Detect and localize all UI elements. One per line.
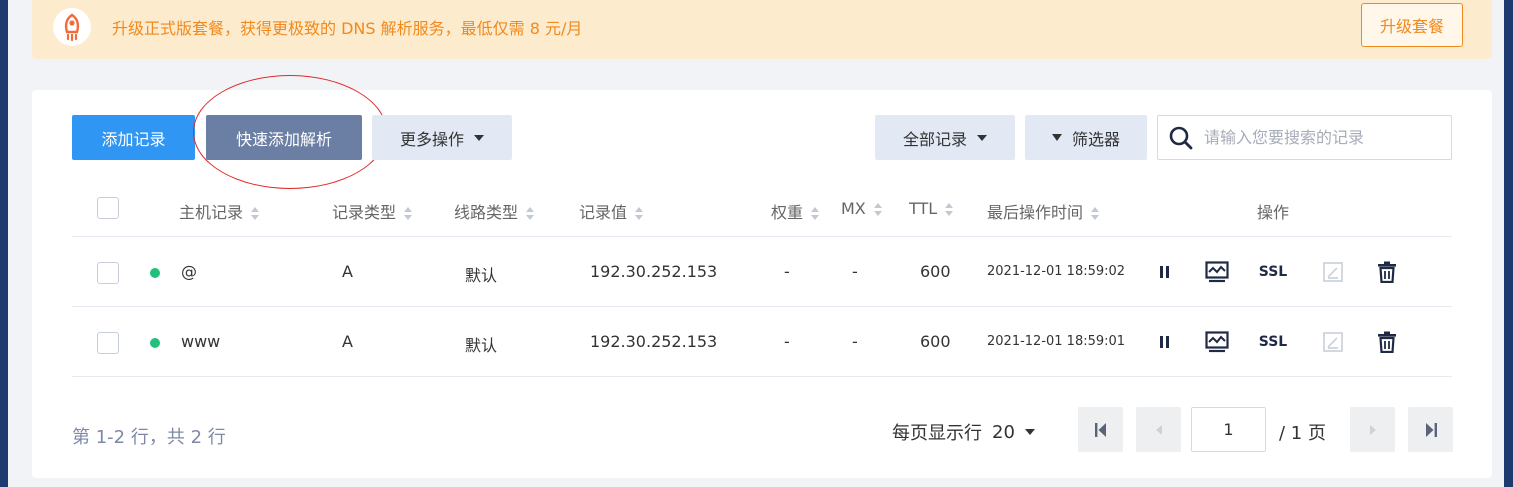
cell-time: 2021-12-01 18:59:02 [987, 264, 1126, 279]
cell-line: 默认 [465, 336, 498, 355]
cell-type: A [342, 332, 353, 351]
monitor-icon[interactable] [1203, 328, 1231, 356]
add-record-button[interactable]: 添加记录 [72, 115, 195, 160]
left-edge [0, 0, 8, 487]
caret-down-icon [474, 134, 484, 141]
column-line[interactable]: 线路类型 [454, 199, 535, 223]
more-operations-dropdown[interactable]: 更多操作 [372, 115, 512, 160]
quick-add-button[interactable]: 快速添加解析 [206, 115, 362, 160]
more-operations-label: 更多操作 [399, 129, 464, 149]
delete-icon[interactable] [1373, 328, 1401, 356]
edit-icon [1319, 258, 1347, 286]
upgrade-plan-button[interactable]: 升级套餐 [1361, 3, 1463, 47]
ssl-button[interactable]: SSL [1259, 258, 1287, 286]
cell-line: 默认 [465, 266, 498, 285]
cell-time: 2021-12-01 18:59:01 [987, 334, 1126, 349]
row-summary: 第 1-2 行，共 2 行 [72, 427, 226, 448]
cell-value: 192.30.252.153 [590, 262, 718, 281]
column-host[interactable]: 主机记录 [179, 199, 260, 223]
prev-page-icon [1155, 424, 1162, 435]
column-ttl[interactable]: TTL [909, 199, 954, 218]
cell-ttl: 600 [920, 332, 951, 351]
dns-records-panel: 添加记录 快速添加解析 更多操作 全部记录 筛选器 主机记录 记录类型 线路类型… [32, 75, 1492, 478]
column-last-modified[interactable]: 最后操作时间 [987, 199, 1100, 223]
ssl-button[interactable]: SSL [1259, 328, 1287, 356]
first-page-icon [1094, 422, 1106, 437]
filter-button[interactable]: 筛选器 [1025, 115, 1147, 160]
edit-icon [1319, 328, 1347, 356]
column-value[interactable]: 记录值 [579, 199, 644, 223]
cell-mx: - [852, 262, 858, 281]
status-indicator [150, 268, 160, 278]
cell-value: 192.30.252.153 [590, 332, 718, 351]
sort-icon [404, 206, 413, 221]
next-page-icon [1369, 424, 1376, 435]
all-records-dropdown[interactable]: 全部记录 [875, 115, 1015, 160]
status-indicator [150, 338, 160, 348]
search-input[interactable] [1204, 128, 1444, 147]
banner-text: 升级正式版套餐，获得更极致的 DNS 解析服务，最低仅需 8 元/月 [112, 19, 583, 38]
sort-icon [526, 206, 535, 221]
upgrade-banner: 升级正式版套餐，获得更极致的 DNS 解析服务，最低仅需 8 元/月 升级套餐 [32, 0, 1492, 59]
last-page-button[interactable] [1408, 407, 1453, 452]
cell-ttl: 600 [920, 262, 951, 281]
column-weight[interactable]: 权重 [771, 199, 820, 223]
search-icon [1169, 126, 1193, 149]
column-mx[interactable]: MX [841, 199, 882, 218]
monitor-icon[interactable] [1203, 258, 1231, 286]
cell-host: @ [181, 262, 197, 281]
page-total: / 1 页 [1279, 423, 1326, 444]
cell-weight: - [784, 332, 790, 351]
row-divider [72, 306, 1452, 307]
filter-label: 筛选器 [1071, 129, 1120, 149]
per-page-value: 20 [992, 421, 1015, 443]
all-records-label: 全部记录 [902, 129, 967, 149]
filter-icon [1051, 134, 1062, 141]
cell-mx: - [852, 332, 858, 351]
caret-down-icon [1024, 429, 1035, 435]
sort-icon [635, 206, 644, 221]
select-all-checkbox[interactable] [97, 197, 119, 219]
search-box[interactable] [1157, 115, 1452, 160]
pause-icon[interactable] [1151, 328, 1179, 356]
row-checkbox[interactable] [97, 262, 119, 284]
sort-icon [945, 202, 954, 217]
sort-icon [811, 206, 820, 221]
cell-weight: - [784, 262, 790, 281]
rocket-icon [53, 8, 91, 46]
sort-icon [1091, 206, 1100, 221]
header-divider [72, 236, 1452, 237]
caret-down-icon [977, 134, 987, 141]
column-actions: 操作 [1257, 203, 1290, 222]
per-page-selector[interactable]: 每页显示行 20 [892, 419, 1035, 445]
last-page-icon [1425, 422, 1437, 437]
right-edge [1504, 0, 1513, 487]
first-page-button[interactable] [1078, 407, 1123, 452]
cell-type: A [342, 262, 353, 281]
page-number-input[interactable] [1191, 407, 1266, 452]
sort-icon [873, 202, 882, 217]
next-page-button[interactable] [1350, 407, 1395, 452]
prev-page-button[interactable] [1136, 407, 1181, 452]
pause-icon[interactable] [1151, 258, 1179, 286]
delete-icon[interactable] [1373, 258, 1401, 286]
cell-host: www [181, 332, 221, 351]
row-divider [72, 376, 1452, 377]
row-checkbox[interactable] [97, 332, 119, 354]
sort-icon [251, 206, 260, 221]
per-page-label: 每页显示行 [892, 423, 982, 444]
column-type[interactable]: 记录类型 [332, 199, 413, 223]
